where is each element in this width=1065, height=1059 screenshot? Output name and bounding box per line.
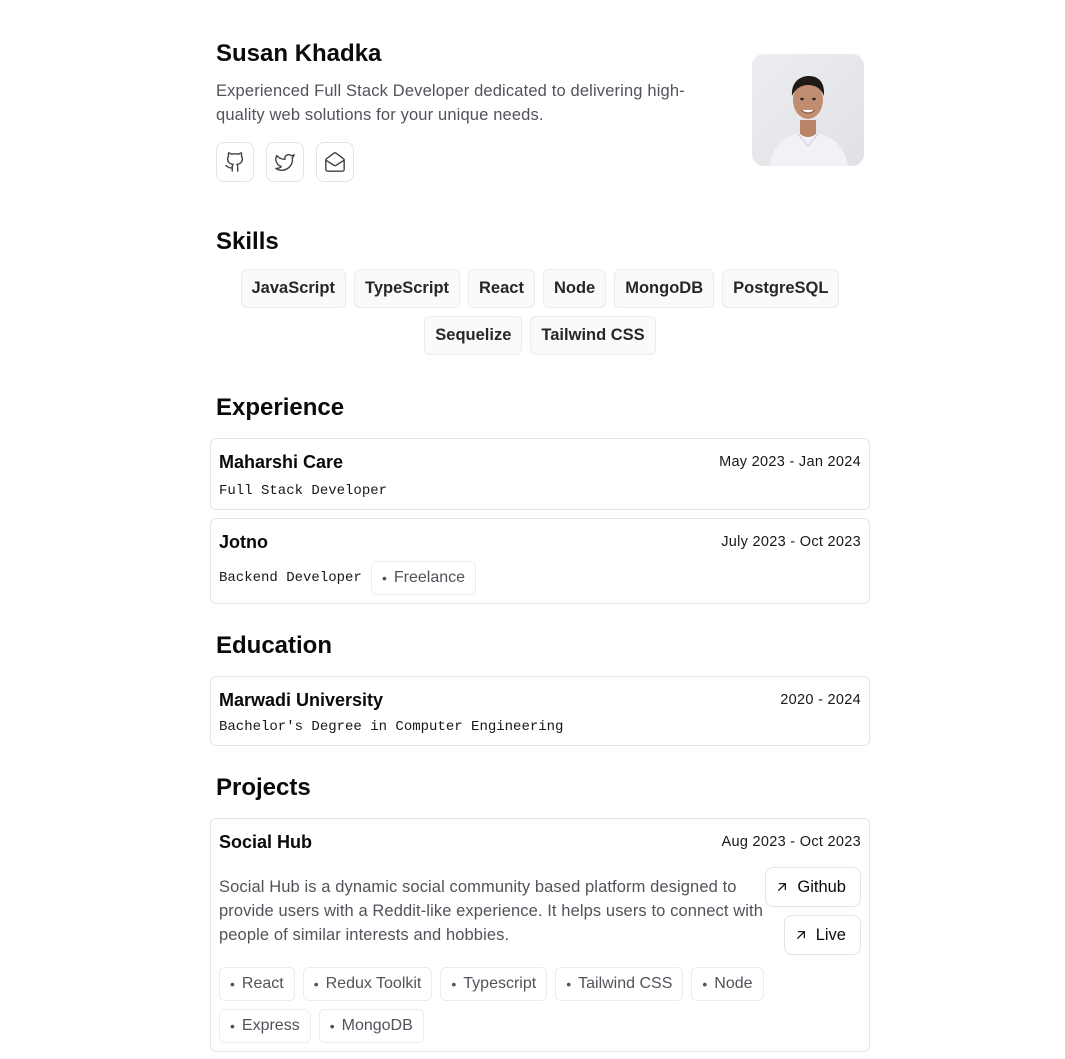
school-name: Marwadi University <box>219 690 384 710</box>
twitter-link[interactable] <box>266 142 304 182</box>
project-card: Social Hub Aug 2023 - Oct 2023 Social Hu… <box>210 818 870 1052</box>
tech-tag: • MongoDB <box>318 1009 424 1043</box>
skill-badge: MongoDB <box>614 269 715 308</box>
job-role: Full Stack Developer <box>219 483 388 499</box>
skill-badge: JavaScript <box>240 269 346 308</box>
profile-tagline: Experienced Full Stack Developer dedicat… <box>216 82 685 124</box>
tag-label: MongoDB <box>341 1017 413 1034</box>
live-button-label: Live <box>815 925 846 944</box>
skill-badge: Tailwind CSS <box>530 316 656 355</box>
tag-label: Typescript <box>463 975 537 992</box>
social-links <box>216 142 354 182</box>
github-button-label: Github <box>797 877 846 896</box>
tag-label: Freelance <box>393 569 466 586</box>
education-dates: 2020 - 2024 <box>780 692 861 708</box>
projects-title: Projects <box>216 774 311 801</box>
degree: Bachelor's Degree in Computer Engineerin… <box>219 719 564 735</box>
arrow-up-right-icon <box>796 931 805 939</box>
bullet-icon: • <box>702 976 708 992</box>
email-link[interactable] <box>316 142 354 182</box>
profile-name: Susan Khadka <box>216 40 382 67</box>
project-description: Social Hub is a dynamic social community… <box>219 878 764 944</box>
experience-card: Jotno July 2023 - Oct 2023 Backend Devel… <box>210 518 870 604</box>
education-title: Education <box>216 632 333 659</box>
project-name: Social Hub <box>219 832 313 852</box>
skills-list: JavaScript TypeScript React Node MongoDB… <box>210 269 870 355</box>
twitter-icon <box>275 153 295 171</box>
skill-badge: React <box>468 269 535 308</box>
skill-badge: PostgreSQL <box>722 269 840 308</box>
skill-badge: Sequelize <box>424 316 523 355</box>
experience-dates: July 2023 - Oct 2023 <box>721 534 861 550</box>
bullet-icon: • <box>329 1018 335 1034</box>
tag-label: Express <box>241 1017 300 1034</box>
profile-header: Susan Khadka Experienced Full Stack Deve… <box>216 38 864 188</box>
tag-label: Redux Toolkit <box>325 975 422 992</box>
tech-tag: • Redux Toolkit <box>302 967 433 1001</box>
skill-badge: Node <box>542 269 607 308</box>
bullet-icon: • <box>313 976 319 992</box>
education-card: Marwadi University 2020 - 2024 Bachelor'… <box>210 676 870 746</box>
employment-type-tag: • Freelance <box>371 561 477 595</box>
tech-tag: • Node <box>691 967 764 1001</box>
bullet-icon: • <box>382 570 387 586</box>
bullet-icon: • <box>230 976 235 992</box>
project-dates: Aug 2023 - Oct 2023 <box>721 834 861 850</box>
tech-tag: • Tailwind CSS <box>555 967 684 1001</box>
github-link[interactable] <box>216 142 254 182</box>
github-icon <box>225 152 244 172</box>
bullet-icon: • <box>230 1018 235 1034</box>
experience-dates: May 2023 - Jan 2024 <box>719 454 861 470</box>
profile-photo <box>752 54 864 166</box>
live-button[interactable]: Live <box>783 915 861 955</box>
tag-label: React <box>241 975 284 992</box>
mail-open-icon <box>325 152 345 172</box>
tech-tags: • React • Redux Toolkit • Typescript • Tailw… <box>219 967 819 1043</box>
tech-tag: • Typescript <box>440 967 548 1001</box>
skill-badge: TypeScript <box>353 269 461 308</box>
experience-card: Maharshi Care May 2023 - Jan 2024 Full S… <box>210 438 870 510</box>
tech-tag: • Express <box>219 1009 311 1043</box>
tag-label: Node <box>714 975 753 992</box>
tag-label: Tailwind CSS <box>578 975 673 992</box>
skills-title: Skills <box>216 228 279 255</box>
experience-title: Experience <box>216 394 345 421</box>
avatar <box>752 54 864 166</box>
bullet-icon: • <box>566 976 572 992</box>
github-button[interactable]: Github <box>765 867 861 907</box>
job-role: Backend Developer <box>219 570 362 586</box>
company-name: Maharshi Care <box>219 452 344 472</box>
bullet-icon: • <box>451 976 457 992</box>
arrow-up-right-icon <box>778 883 787 891</box>
tech-tag: • React <box>219 967 295 1001</box>
company-name: Jotno <box>219 532 268 552</box>
